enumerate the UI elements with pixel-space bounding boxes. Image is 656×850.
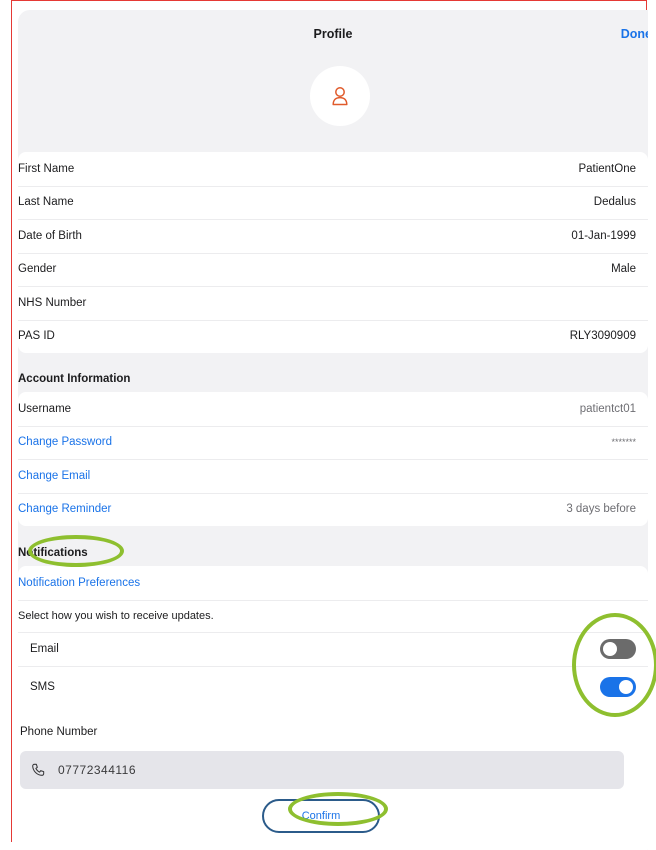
pas-id-row: PAS ID RLY3090909 [18,319,648,354]
reminder-value: 3 days before [566,503,636,516]
notification-preferences-link[interactable]: Notification Preferences [18,577,140,589]
avatar[interactable] [310,66,370,126]
username-label: Username [18,402,72,415]
sms-toggle[interactable] [600,676,636,697]
change-reminder-link[interactable]: Change Reminder [18,503,111,515]
nhs-number-label: NHS Number [18,296,87,309]
nhs-number-row: NHS Number [18,286,648,320]
first-name-row: First Name PatientOne [18,152,648,186]
last-name-label: Last Name [18,196,74,209]
sms-toggle-knob [619,679,633,694]
last-name-row: Last Name Dedalus [18,185,648,220]
sms-toggle-label: SMS [30,680,55,693]
done-button[interactable]: Done [621,27,648,41]
notifications-card: Notification Preferences Select how you … [18,566,648,850]
date-of-birth-value: 01-Jan-1999 [571,229,636,242]
date-of-birth-row: Date of Birth 01-Jan-1999 [18,219,648,253]
email-toggle-knob [603,641,617,656]
first-name-value: PatientOne [578,162,636,175]
sms-toggle-row: SMS [18,665,648,708]
change-password-row[interactable]: Change Password ******* [18,425,648,460]
gender-value: Male [611,263,636,276]
change-email-link[interactable]: Change Email [18,470,90,482]
account-information-heading: Account Information [18,373,131,385]
last-name-value: Dedalus [593,196,636,209]
pas-id-label: PAS ID [18,330,55,343]
notification-hint-row: Select how you wish to receive updates. [18,599,648,632]
notifications-heading: Notifications [18,547,88,559]
password-mask: ******* [611,437,636,448]
personal-details-card: First Name PatientOne Last Name Dedalus … [18,152,648,353]
confirm-button[interactable]: Confirm [262,799,380,833]
phone-number-label: Phone Number [20,726,98,738]
username-row: Username patientct01 [18,392,648,426]
page-title: Profile [313,27,353,41]
top-bar: Profile Done [18,10,648,60]
profile-sheet: Profile Done First Name PatientOne Last … [18,10,648,850]
phone-number-value: 07772344116 [58,763,137,777]
gender-label: Gender [18,263,57,276]
account-card: Username patientct01 Change Password ***… [18,392,648,526]
gender-row: Gender Male [18,252,648,287]
first-name-label: First Name [18,162,75,175]
phone-icon [32,763,45,776]
notification-preferences-row[interactable]: Notification Preferences [18,566,648,600]
pas-id-value: RLY3090909 [569,330,636,343]
notification-hint: Select how you wish to receive updates. [18,609,214,622]
phone-number-field[interactable]: 07772344116 [20,751,624,789]
email-toggle-label: Email [30,642,59,655]
change-reminder-row[interactable]: Change Reminder 3 days before [18,492,648,527]
email-toggle[interactable] [600,638,636,659]
email-toggle-row: Email [18,631,648,666]
avatar-section [18,60,648,152]
change-email-row[interactable]: Change Email [18,459,648,493]
change-password-link[interactable]: Change Password [18,436,112,448]
date-of-birth-label: Date of Birth [18,229,82,242]
person-icon [332,87,348,106]
username-value: patientct01 [579,402,636,415]
